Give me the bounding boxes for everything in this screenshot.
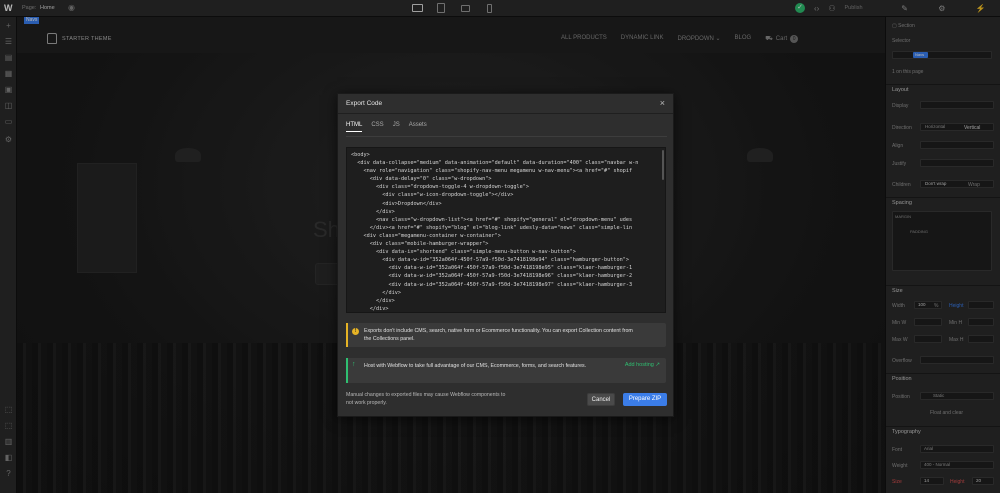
modal-header: Export Code × — [338, 94, 673, 114]
hosting-notice: ↑ Host with Webflow to take full advanta… — [346, 358, 666, 383]
export-tabs: HTML CSS JS Assets — [346, 122, 427, 132]
warning-icon: ! — [352, 328, 359, 335]
code-line: <body> — [351, 152, 370, 158]
export-footer-note: Manual changes to exported files may cau… — [346, 392, 506, 406]
code-scrollbar[interactable] — [662, 150, 664, 180]
code-line: <div data-w-id="352a064f-450f-57a9-f50d-… — [351, 273, 633, 280]
code-line: <nav role="navigation" class="shopify-na… — [351, 168, 633, 175]
code-line: </div> — [351, 208, 395, 215]
tab-divider — [346, 136, 667, 137]
modal-title: Export Code — [346, 100, 383, 107]
code-line: <div class="dropdown-toggle-4 w-dropdown… — [351, 184, 530, 191]
code-viewer[interactable]: <body> <div data-collapse="medium" data-… — [346, 147, 666, 313]
code-line: </div> — [351, 289, 401, 296]
code-line: </div> — [351, 305, 389, 312]
tab-js[interactable]: JS — [393, 122, 400, 132]
arrow-up-icon: ↑ — [352, 361, 356, 368]
export-code-modal: Export Code × HTML CSS JS Assets <body> … — [337, 93, 674, 417]
code-line: <div data-w-id="352a064f-450f-57a9-f50d-… — [351, 281, 633, 288]
warning-text: Exports don't include CMS, search, nativ… — [364, 328, 633, 342]
export-warning: ! Exports don't include CMS, search, nat… — [346, 323, 666, 347]
code-line: <div data-delay="0" class="w-dropdown"> — [351, 176, 492, 183]
code-line: </div> — [351, 297, 395, 304]
hosting-text: Host with Webflow to take full advantage… — [364, 363, 587, 369]
code-line: <div class="w-icon-dropdown-toggle"></di… — [351, 192, 514, 199]
code-lines: <body> <div data-collapse="medium" data-… — [351, 151, 661, 312]
code-line: <div class="mobile-hamburger-wrapper"> — [351, 241, 489, 248]
code-line: <div data-ix="shortend" class="simple-me… — [351, 249, 576, 256]
warning-accent-bar — [346, 323, 348, 347]
code-line: <div data-w-id="352a064f-450f-57a9-f50d-… — [351, 257, 629, 264]
add-hosting-link[interactable]: Add hosting ↗ — [625, 362, 660, 368]
tab-html[interactable]: HTML — [346, 122, 363, 132]
cancel-button[interactable]: Cancel — [587, 393, 615, 406]
code-line: <div>Dropdown</div> — [351, 200, 442, 207]
code-line: <nav class="w-dropdown-list"><a href="#"… — [351, 216, 633, 223]
prepare-zip-button[interactable]: Prepare ZIP — [623, 393, 667, 406]
code-line: <div data-w-id="352a064f-450f-57a9-f50d-… — [351, 265, 633, 272]
code-line: </div><a href="#" shopify="blog" el="blo… — [351, 224, 633, 231]
webflow-designer: W Page: Home ◉ ✓ ‹› ⚇ Publish + ☰ ▤ ▦ ▣ … — [0, 0, 1000, 493]
code-line: <div class="megamenu-container w-contain… — [351, 232, 501, 239]
tab-css[interactable]: CSS — [371, 122, 383, 132]
code-line: <div data-collapse="medium" data-animati… — [351, 160, 639, 167]
close-icon[interactable]: × — [660, 98, 665, 108]
tab-assets[interactable]: Assets — [409, 122, 427, 132]
hosting-accent-bar — [346, 358, 348, 383]
